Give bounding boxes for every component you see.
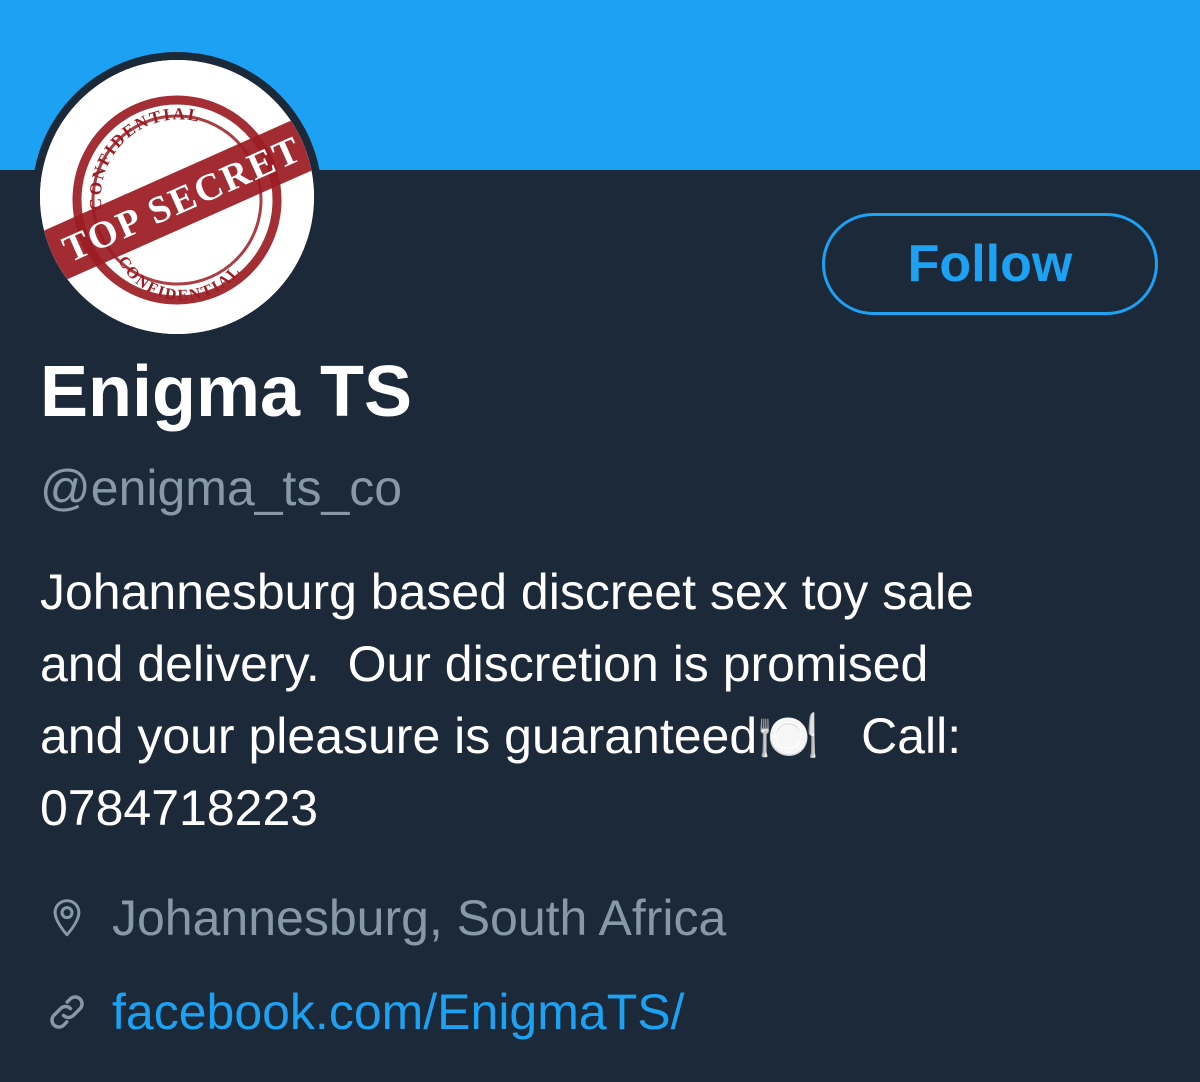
profile-bio: Johannesburg based discreet sex toy sale… <box>40 556 1150 844</box>
avatar[interactable]: CONFIDENTIAL CONFIDENTIAL TOP SECRET <box>40 60 314 334</box>
map-pin-icon <box>44 895 90 941</box>
profile-website[interactable]: facebook.com/EnigmaTS/ <box>44 980 685 1044</box>
bio-line: and delivery. Our discretion is promised <box>40 636 929 692</box>
follow-button[interactable]: Follow <box>822 213 1158 315</box>
profile-location: Johannesburg, South Africa <box>44 886 726 950</box>
website-link[interactable]: facebook.com/EnigmaTS/ <box>112 982 685 1042</box>
top-secret-stamp-logo: CONFIDENTIAL CONFIDENTIAL TOP SECRET <box>40 60 314 334</box>
location-text: Johannesburg, South Africa <box>112 890 727 946</box>
bio-line-phone[interactable]: 0784718223 <box>40 772 1150 844</box>
link-icon <box>44 989 90 1035</box>
bio-line: and your pleasure is guaranteed🍽️ Call: <box>40 708 962 764</box>
display-name: Enigma TS <box>40 352 413 432</box>
bio-line: Johannesburg based discreet sex toy sale <box>40 564 974 620</box>
user-handle: @enigma_ts_co <box>40 460 403 516</box>
